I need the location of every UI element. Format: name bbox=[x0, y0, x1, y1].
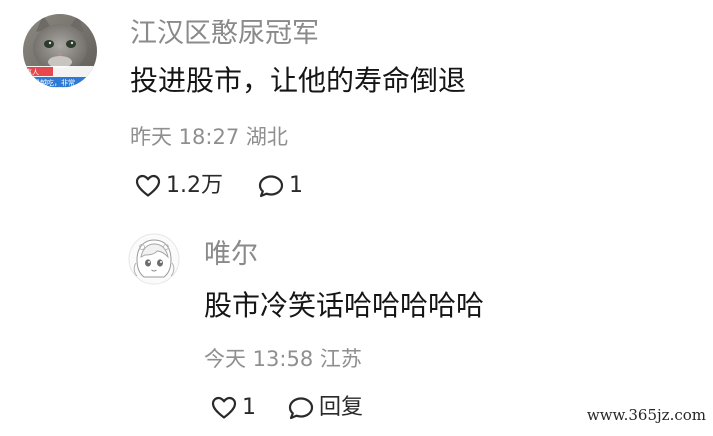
cat-avatar-icon: 事人 就是越吃，非常 bbox=[23, 14, 97, 88]
heart-icon bbox=[135, 174, 161, 197]
speech-bubble-icon bbox=[288, 397, 314, 420]
reply-username[interactable]: 唯尔 bbox=[204, 240, 258, 270]
heart-icon bbox=[211, 396, 237, 419]
speech-bubble-icon bbox=[258, 175, 284, 198]
reply-like-button[interactable]: 1 bbox=[211, 394, 256, 422]
anime-girl-avatar-icon bbox=[128, 233, 180, 285]
reply-count: 1 bbox=[289, 173, 303, 198]
comment-thread: 事人 就是越吃，非常 江汉区憨尿冠军 投进股市，让他的寿命倒退 昨天 18:27… bbox=[0, 0, 713, 436]
reply-meta: 今天 13:58 江苏 bbox=[204, 347, 362, 371]
comment-meta: 昨天 18:27 湖北 bbox=[130, 125, 288, 149]
reply-reply-button[interactable]: 回复 bbox=[288, 394, 363, 422]
reply-button[interactable]: 1 bbox=[258, 172, 303, 200]
reply-avatar[interactable] bbox=[128, 233, 180, 285]
reply-like-count: 1 bbox=[242, 395, 256, 420]
like-button[interactable]: 1.2万 bbox=[135, 172, 223, 200]
avatar[interactable]: 事人 就是越吃，非常 bbox=[23, 14, 97, 88]
comment-username[interactable]: 江汉区憨尿冠军 bbox=[130, 19, 319, 49]
like-count: 1.2万 bbox=[166, 173, 223, 198]
comment-text: 投进股市，让他的寿命倒退 bbox=[130, 64, 467, 97]
avatar-caption-bottom: 就是越吃，非常 bbox=[26, 78, 75, 87]
avatar-caption-top: 事人 bbox=[25, 68, 39, 77]
reply-text: 股市冷笑话哈哈哈哈哈 bbox=[204, 289, 485, 322]
reply-label: 回复 bbox=[319, 395, 364, 420]
watermark: www.365jz.com bbox=[586, 406, 706, 424]
